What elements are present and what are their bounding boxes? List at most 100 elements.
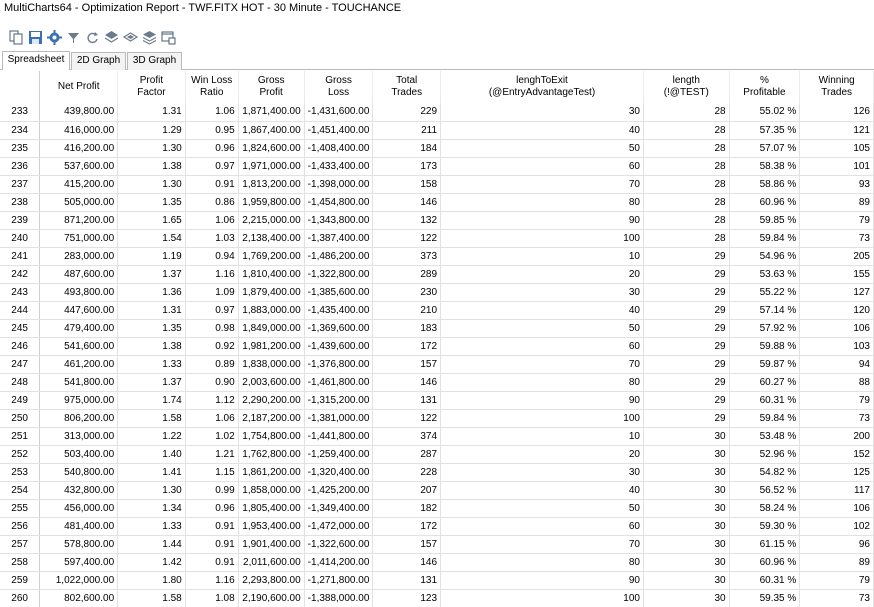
table-row[interactable]: 238 505,000.00 1.35 0.86 1,959,800.00 -1,454,… xyxy=(0,193,874,212)
table-cell[interactable]: 374 xyxy=(372,427,442,446)
table-cell[interactable]: 479,400.00 xyxy=(39,319,119,338)
table-row[interactable]: 237 415,200.00 1.30 0.91 1,813,200.00 -1,398,… xyxy=(0,175,874,194)
table-cell[interactable]: 58.86 % xyxy=(729,175,801,194)
table-cell[interactable]: 2,138,400.00 xyxy=(238,229,305,248)
table-cell[interactable]: 1.16 xyxy=(185,265,239,284)
table-cell[interactable]: 228 xyxy=(372,463,442,482)
column-header[interactable]: lenghToExit (@EntryAdvantageTest) xyxy=(440,71,644,103)
table-cell[interactable]: 125 xyxy=(799,463,874,482)
table-cell[interactable]: 229 xyxy=(372,103,442,122)
table-cell[interactable]: 0.90 xyxy=(185,373,239,392)
table-cell[interactable]: 1.06 xyxy=(185,211,239,230)
table-row[interactable]: 243 493,800.00 1.36 1.09 1,879,400.00 -1,385,… xyxy=(0,283,874,302)
table-cell[interactable]: 1,981,200.00 xyxy=(238,337,305,356)
table-cell[interactable]: 0.96 xyxy=(185,499,239,518)
table-cell[interactable]: 122 xyxy=(372,229,442,248)
table-cell[interactable]: 30 xyxy=(643,499,730,518)
table-cell[interactable]: 126 xyxy=(799,103,874,122)
table-cell[interactable]: -1,343,800.00 xyxy=(304,211,374,230)
table-cell[interactable]: 1,971,000.00 xyxy=(238,157,305,176)
settings-gear-icon[interactable] xyxy=(46,29,62,45)
window-export-icon[interactable] xyxy=(160,29,176,45)
row-number-cell[interactable]: 253 xyxy=(0,463,41,482)
table-cell[interactable]: 2,290,200.00 xyxy=(238,391,305,410)
column-header[interactable]: % Profitable xyxy=(729,71,801,103)
table-cell[interactable]: 456,000.00 xyxy=(39,499,119,518)
table-cell[interactable]: 313,000.00 xyxy=(39,427,119,446)
table-cell[interactable]: 537,600.00 xyxy=(39,157,119,176)
table-cell[interactable]: 131 xyxy=(372,391,442,410)
table-cell[interactable]: 106 xyxy=(799,319,874,338)
table-row[interactable]: 233 439,800.00 1.31 1.06 1,871,400.00 -1,431,… xyxy=(0,103,874,122)
row-number-header[interactable] xyxy=(0,71,41,103)
table-cell[interactable]: 80 xyxy=(440,553,644,572)
row-number-cell[interactable]: 236 xyxy=(0,157,41,176)
filter-icon[interactable] xyxy=(65,29,81,45)
table-cell[interactable]: 61.15 % xyxy=(729,535,801,554)
row-number-cell[interactable]: 249 xyxy=(0,391,41,410)
table-cell[interactable]: 54.96 % xyxy=(729,247,801,266)
table-cell[interactable]: 28 xyxy=(643,175,730,194)
table-row[interactable]: 246 541,600.00 1.38 0.92 1,981,200.00 -1,439,… xyxy=(0,337,874,356)
table-cell[interactable]: 210 xyxy=(372,301,442,320)
table-cell[interactable]: 30 xyxy=(643,571,730,590)
table-cell[interactable]: 0.91 xyxy=(185,175,239,194)
table-cell[interactable]: 0.91 xyxy=(185,517,239,536)
table-cell[interactable]: -1,461,800.00 xyxy=(304,373,374,392)
table-cell[interactable]: 1,022,000.00 xyxy=(39,571,119,590)
table-cell[interactable]: 1.40 xyxy=(117,445,186,464)
table-cell[interactable]: 55.02 % xyxy=(729,103,801,122)
table-cell[interactable]: 1,813,200.00 xyxy=(238,175,305,194)
table-cell[interactable]: 29 xyxy=(643,319,730,338)
table-cell[interactable]: 871,200.00 xyxy=(39,211,119,230)
table-cell[interactable]: 57.14 % xyxy=(729,301,801,320)
table-cell[interactable]: 432,800.00 xyxy=(39,481,119,500)
table-cell[interactable]: 487,600.00 xyxy=(39,265,119,284)
table-cell[interactable]: 57.35 % xyxy=(729,121,801,140)
table-cell[interactable]: 103 xyxy=(799,337,874,356)
table-cell[interactable]: 503,400.00 xyxy=(39,445,119,464)
table-cell[interactable]: 52.96 % xyxy=(729,445,801,464)
table-cell[interactable]: 182 xyxy=(372,499,442,518)
table-cell[interactable]: 172 xyxy=(372,517,442,536)
table-cell[interactable]: 0.91 xyxy=(185,535,239,554)
table-cell[interactable]: 1.19 xyxy=(117,247,186,266)
table-cell[interactable]: 28 xyxy=(643,121,730,140)
table-cell[interactable]: 1.03 xyxy=(185,229,239,248)
table-cell[interactable]: 289 xyxy=(372,265,442,284)
column-header[interactable]: Win Loss Ratio xyxy=(185,71,239,103)
table-cell[interactable]: 1.06 xyxy=(185,103,239,122)
table-cell[interactable]: 28 xyxy=(643,211,730,230)
table-cell[interactable]: 28 xyxy=(643,193,730,212)
table-cell[interactable]: 2,215,000.00 xyxy=(238,211,305,230)
table-cell[interactable]: 40 xyxy=(440,481,644,500)
row-number-cell[interactable]: 256 xyxy=(0,517,41,536)
table-cell[interactable]: 1,849,000.00 xyxy=(238,319,305,338)
table-cell[interactable]: 105 xyxy=(799,139,874,158)
table-cell[interactable]: 30 xyxy=(643,463,730,482)
table-cell[interactable]: 93 xyxy=(799,175,874,194)
table-cell[interactable]: 1.21 xyxy=(185,445,239,464)
table-cell[interactable]: 2,011,600.00 xyxy=(238,553,305,572)
table-cell[interactable]: 70 xyxy=(440,355,644,374)
row-number-cell[interactable]: 252 xyxy=(0,445,41,464)
table-cell[interactable]: -1,376,800.00 xyxy=(304,355,374,374)
table-cell[interactable]: 102 xyxy=(799,517,874,536)
table-cell[interactable]: 56.52 % xyxy=(729,481,801,500)
row-number-cell[interactable]: 254 xyxy=(0,481,41,500)
table-cell[interactable]: 1.35 xyxy=(117,193,186,212)
table-cell[interactable]: 28 xyxy=(643,139,730,158)
table-cell[interactable]: 30 xyxy=(643,517,730,536)
table-cell[interactable]: 1,754,800.00 xyxy=(238,427,305,446)
table-row[interactable]: 240 751,000.00 1.54 1.03 2,138,400.00 -1,387,… xyxy=(0,229,874,248)
table-cell[interactable]: 79 xyxy=(799,211,874,230)
table-cell[interactable]: 79 xyxy=(799,391,874,410)
table-cell[interactable]: 59.84 % xyxy=(729,229,801,248)
table-cell[interactable]: 0.92 xyxy=(185,337,239,356)
table-cell[interactable]: 121 xyxy=(799,121,874,140)
table-cell[interactable]: 10 xyxy=(440,427,644,446)
table-cell[interactable]: 505,000.00 xyxy=(39,193,119,212)
table-cell[interactable]: 57.07 % xyxy=(729,139,801,158)
table-cell[interactable]: 157 xyxy=(372,535,442,554)
table-cell[interactable]: 28 xyxy=(643,103,730,122)
